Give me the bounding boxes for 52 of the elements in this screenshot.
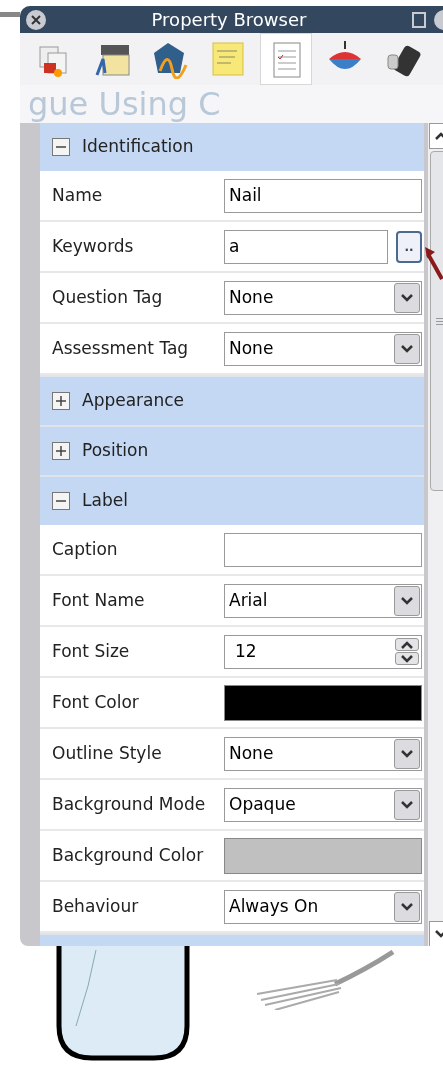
chevron-down-icon [401,749,413,758]
plus-icon[interactable] [52,442,70,460]
section-header[interactable]: Appearance [40,377,424,425]
property-label: Font Color [52,690,140,714]
property-label: Name [52,183,104,207]
property-label: Outline Style [52,741,163,765]
dropdown[interactable]: Arial [224,583,422,618]
dropdown[interactable]: Always On [224,889,422,924]
property-label: Font Name [52,588,146,612]
minus-icon[interactable] [52,492,70,510]
property-label: Keywords [52,234,135,258]
window-title: Property Browser [150,8,308,32]
chevron-down-icon [401,800,413,809]
section-title: Appearance [82,389,185,413]
browse-button[interactable]: .. [396,230,422,263]
background-heading-text: gue Using C [28,85,221,123]
chevron-down-icon [401,344,413,353]
arrow-icon [424,246,443,280]
chevron-up-icon [401,640,413,649]
property-label: Font Size [52,639,131,663]
property-label: Background Mode [52,792,207,816]
dropdown[interactable]: None [224,736,422,771]
property-label: Assessment Tag [52,336,190,360]
dropdown[interactable]: None [224,280,422,315]
text-field[interactable] [224,532,422,567]
minus-icon[interactable] [52,138,70,156]
chevron-down-icon [401,596,413,605]
spin-up-icon[interactable] [395,638,419,651]
chevron-down-icon [401,293,413,302]
spin-field[interactable]: 12 [224,634,422,669]
text-field[interactable]: Nail [224,178,422,213]
property-label: Behaviour [52,894,140,918]
section-title: Label [82,489,128,513]
dropdown[interactable]: None [224,331,422,366]
close-icon[interactable] [26,9,46,30]
property-label: Caption [52,537,119,561]
section-header[interactable]: Position [40,427,424,475]
dropdown[interactable]: Opaque [224,787,422,822]
section-header[interactable]: Label [40,477,424,525]
chevron-down-icon [401,654,413,663]
section-header[interactable]: Identification [40,123,424,171]
section-title: Position [82,439,149,463]
color-swatch[interactable] [224,837,422,874]
chevron-down-icon [401,902,413,911]
section-title: Identification [82,135,194,159]
plus-icon[interactable] [52,392,70,410]
spin-down-icon[interactable] [395,652,419,665]
text-field[interactable]: a [224,229,388,264]
property-label: Background Color [52,843,205,867]
document-icon[interactable] [412,11,426,28]
property-label: Question Tag [52,285,164,309]
color-swatch[interactable] [224,684,422,721]
